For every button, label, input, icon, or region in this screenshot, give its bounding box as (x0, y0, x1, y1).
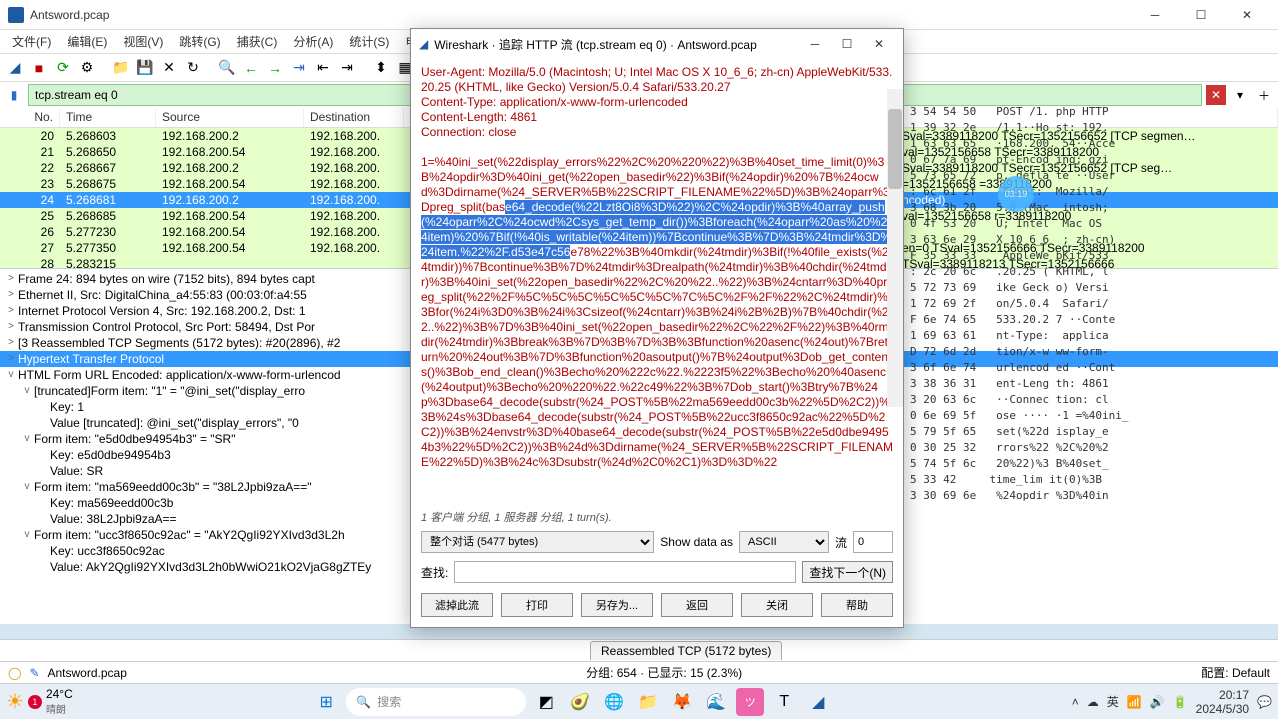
byte-view-tabs: Reassembled TCP (5172 bytes) (0, 639, 1278, 661)
hex-dump[interactable]: 3 54 54 50 POST /1. php HTTP 1 39 32 2e … (904, 102, 1278, 620)
dialog-maximize-button[interactable]: ☐ (831, 29, 863, 59)
next-icon[interactable]: → (264, 57, 286, 79)
weather-icon: ☀ (6, 689, 24, 714)
dialog-close-button[interactable]: ✕ (863, 29, 895, 59)
weather-desc: 晴朗 (46, 701, 73, 716)
minimize-button[interactable]: ─ (1132, 0, 1178, 30)
search-placeholder: 搜索 (377, 693, 401, 710)
dialog-scrollbar[interactable] (887, 89, 903, 407)
save-as-button[interactable]: 另存为... (581, 593, 653, 617)
reload-icon[interactable]: ↻ (182, 57, 204, 79)
find-label: 查找: (421, 564, 448, 581)
window-title: Antsword.pcap (30, 8, 1132, 22)
restart-icon[interactable]: ⟳ (52, 57, 74, 79)
start-icon[interactable]: ◢ (4, 57, 26, 79)
print-button[interactable]: 打印 (501, 593, 573, 617)
tray-date[interactable]: 2024/5/30 (1196, 702, 1249, 716)
tray-onedrive-icon[interactable]: ☁ (1087, 695, 1099, 709)
stream-text-pre: User-Agent: Mozilla/5.0 (Macintosh; U; I… (421, 65, 892, 214)
dialog-minimize-button[interactable]: ─ (799, 29, 831, 59)
find-input[interactable] (454, 561, 796, 583)
app-edge-icon[interactable]: 🌊 (702, 688, 730, 716)
help-button[interactable]: 帮助 (821, 593, 893, 617)
maximize-button[interactable]: ☐ (1178, 0, 1224, 30)
stream-info: 1 客户端 分组, 1 服务器 分组, 1 turn(s). (411, 507, 903, 527)
app-copilot-icon[interactable]: 🌐 (600, 688, 628, 716)
close-button[interactable]: ✕ (1224, 0, 1270, 30)
back-button[interactable]: 返回 (661, 593, 733, 617)
stream-label: 流 (835, 534, 847, 551)
start-button[interactable]: ⊞ (312, 688, 340, 716)
menu-capture[interactable]: 捕获(C) (229, 31, 286, 52)
show-as-label: Show data as (660, 535, 733, 549)
encoding-select[interactable]: ASCII (739, 531, 829, 553)
app-firefox-icon[interactable]: 🦊 (668, 688, 696, 716)
taskbar-search[interactable]: 🔍 搜索 (346, 688, 526, 716)
menu-view[interactable]: 视图(V) (115, 31, 171, 52)
dialog-title: Wireshark · 追踪 HTTP 流 (tcp.stream eq 0) … (434, 36, 799, 53)
menu-edit[interactable]: 编辑(E) (59, 31, 115, 52)
conversation-select[interactable]: 整个对话 (5477 bytes) (421, 531, 654, 553)
stream-number-input[interactable] (853, 531, 893, 553)
bookmark-icon[interactable]: ▮ (4, 85, 24, 105)
col-destination[interactable]: Destination (304, 108, 404, 127)
col-no[interactable]: No. (0, 108, 60, 127)
prev-icon[interactable]: ← (240, 57, 262, 79)
status-file: Antsword.pcap (48, 666, 127, 680)
weather-badge: 1 (28, 695, 42, 709)
tray-time[interactable]: 20:17 (1196, 688, 1249, 702)
options-icon[interactable]: ⚙ (76, 57, 98, 79)
first-icon[interactable]: ⇤ (312, 57, 334, 79)
save-icon[interactable]: 💾 (134, 57, 156, 79)
stream-text-post: e78%22%3B%40mkdir(%24tmdir)%3Bif(!%40fil… (421, 245, 893, 469)
tray-battery-icon[interactable]: 🔋 (1173, 695, 1188, 709)
find-next-button[interactable]: 查找下一个(N) (802, 561, 893, 583)
app-pink-icon[interactable]: ツ (736, 688, 764, 716)
follow-stream-dialog: ◢ Wireshark · 追踪 HTTP 流 (tcp.stream eq 0… (410, 28, 904, 628)
close-dialog-button[interactable]: 关闭 (741, 593, 813, 617)
tray-chevron-icon[interactable]: ˄ (1072, 695, 1079, 709)
app-icon (8, 7, 24, 23)
filter-out-button[interactable]: 滤掉此流 (421, 593, 493, 617)
menu-file[interactable]: 文件(F) (4, 31, 59, 52)
menu-stats[interactable]: 统计(S) (341, 31, 397, 52)
search-icon: 🔍 (356, 695, 371, 709)
tray-notifications-icon[interactable]: 💬 (1257, 695, 1272, 709)
tab-reassembled[interactable]: Reassembled TCP (5172 bytes) (590, 641, 782, 660)
menu-go[interactable]: 跳转(G) (171, 31, 228, 52)
find-icon[interactable]: 🔍 (216, 57, 238, 79)
tray-volume-icon[interactable]: 🔊 (1150, 695, 1165, 709)
wireshark-icon: ◢ (419, 37, 428, 51)
autoscroll-icon[interactable]: ⬍ (370, 57, 392, 79)
status-capture-icon: ✎ (29, 666, 39, 680)
stream-content[interactable]: User-Agent: Mozilla/5.0 (Macintosh; U; I… (411, 59, 903, 507)
taskbar: ☀ 1 24°C 晴朗 ⊞ 🔍 搜索 ◩ 🥑 🌐 📁 🦊 🌊 ツ T ◢ ˄ ☁… (0, 683, 1278, 719)
status-ready-icon: ◯ (8, 666, 21, 680)
timer-overlay: 03:19 (998, 176, 1034, 212)
last-icon[interactable]: ⇥ (336, 57, 358, 79)
jump-icon[interactable]: ⇥ (288, 57, 310, 79)
tray-wifi-icon[interactable]: 📶 (1127, 695, 1142, 709)
app-explorer-icon[interactable]: 📁 (634, 688, 662, 716)
task-view-icon[interactable]: ◩ (532, 688, 560, 716)
app-text-icon[interactable]: T (770, 688, 798, 716)
app-wireshark-icon[interactable]: ◢ (804, 688, 832, 716)
stop-icon[interactable]: ■ (28, 57, 50, 79)
open-icon[interactable]: 📁 (110, 57, 132, 79)
menu-analyze[interactable]: 分析(A) (285, 31, 341, 52)
app-avocado-icon[interactable]: 🥑 (566, 688, 594, 716)
col-source[interactable]: Source (156, 108, 304, 127)
close-file-icon[interactable]: ✕ (158, 57, 180, 79)
status-packets: 分组: 654 · 已显示: 15 (2.3%) (586, 664, 742, 681)
weather-temp[interactable]: 24°C (46, 687, 73, 701)
tray-lang[interactable]: 英 (1107, 693, 1119, 710)
status-profile: 配置: Default (1201, 664, 1270, 681)
col-time[interactable]: Time (60, 108, 156, 127)
